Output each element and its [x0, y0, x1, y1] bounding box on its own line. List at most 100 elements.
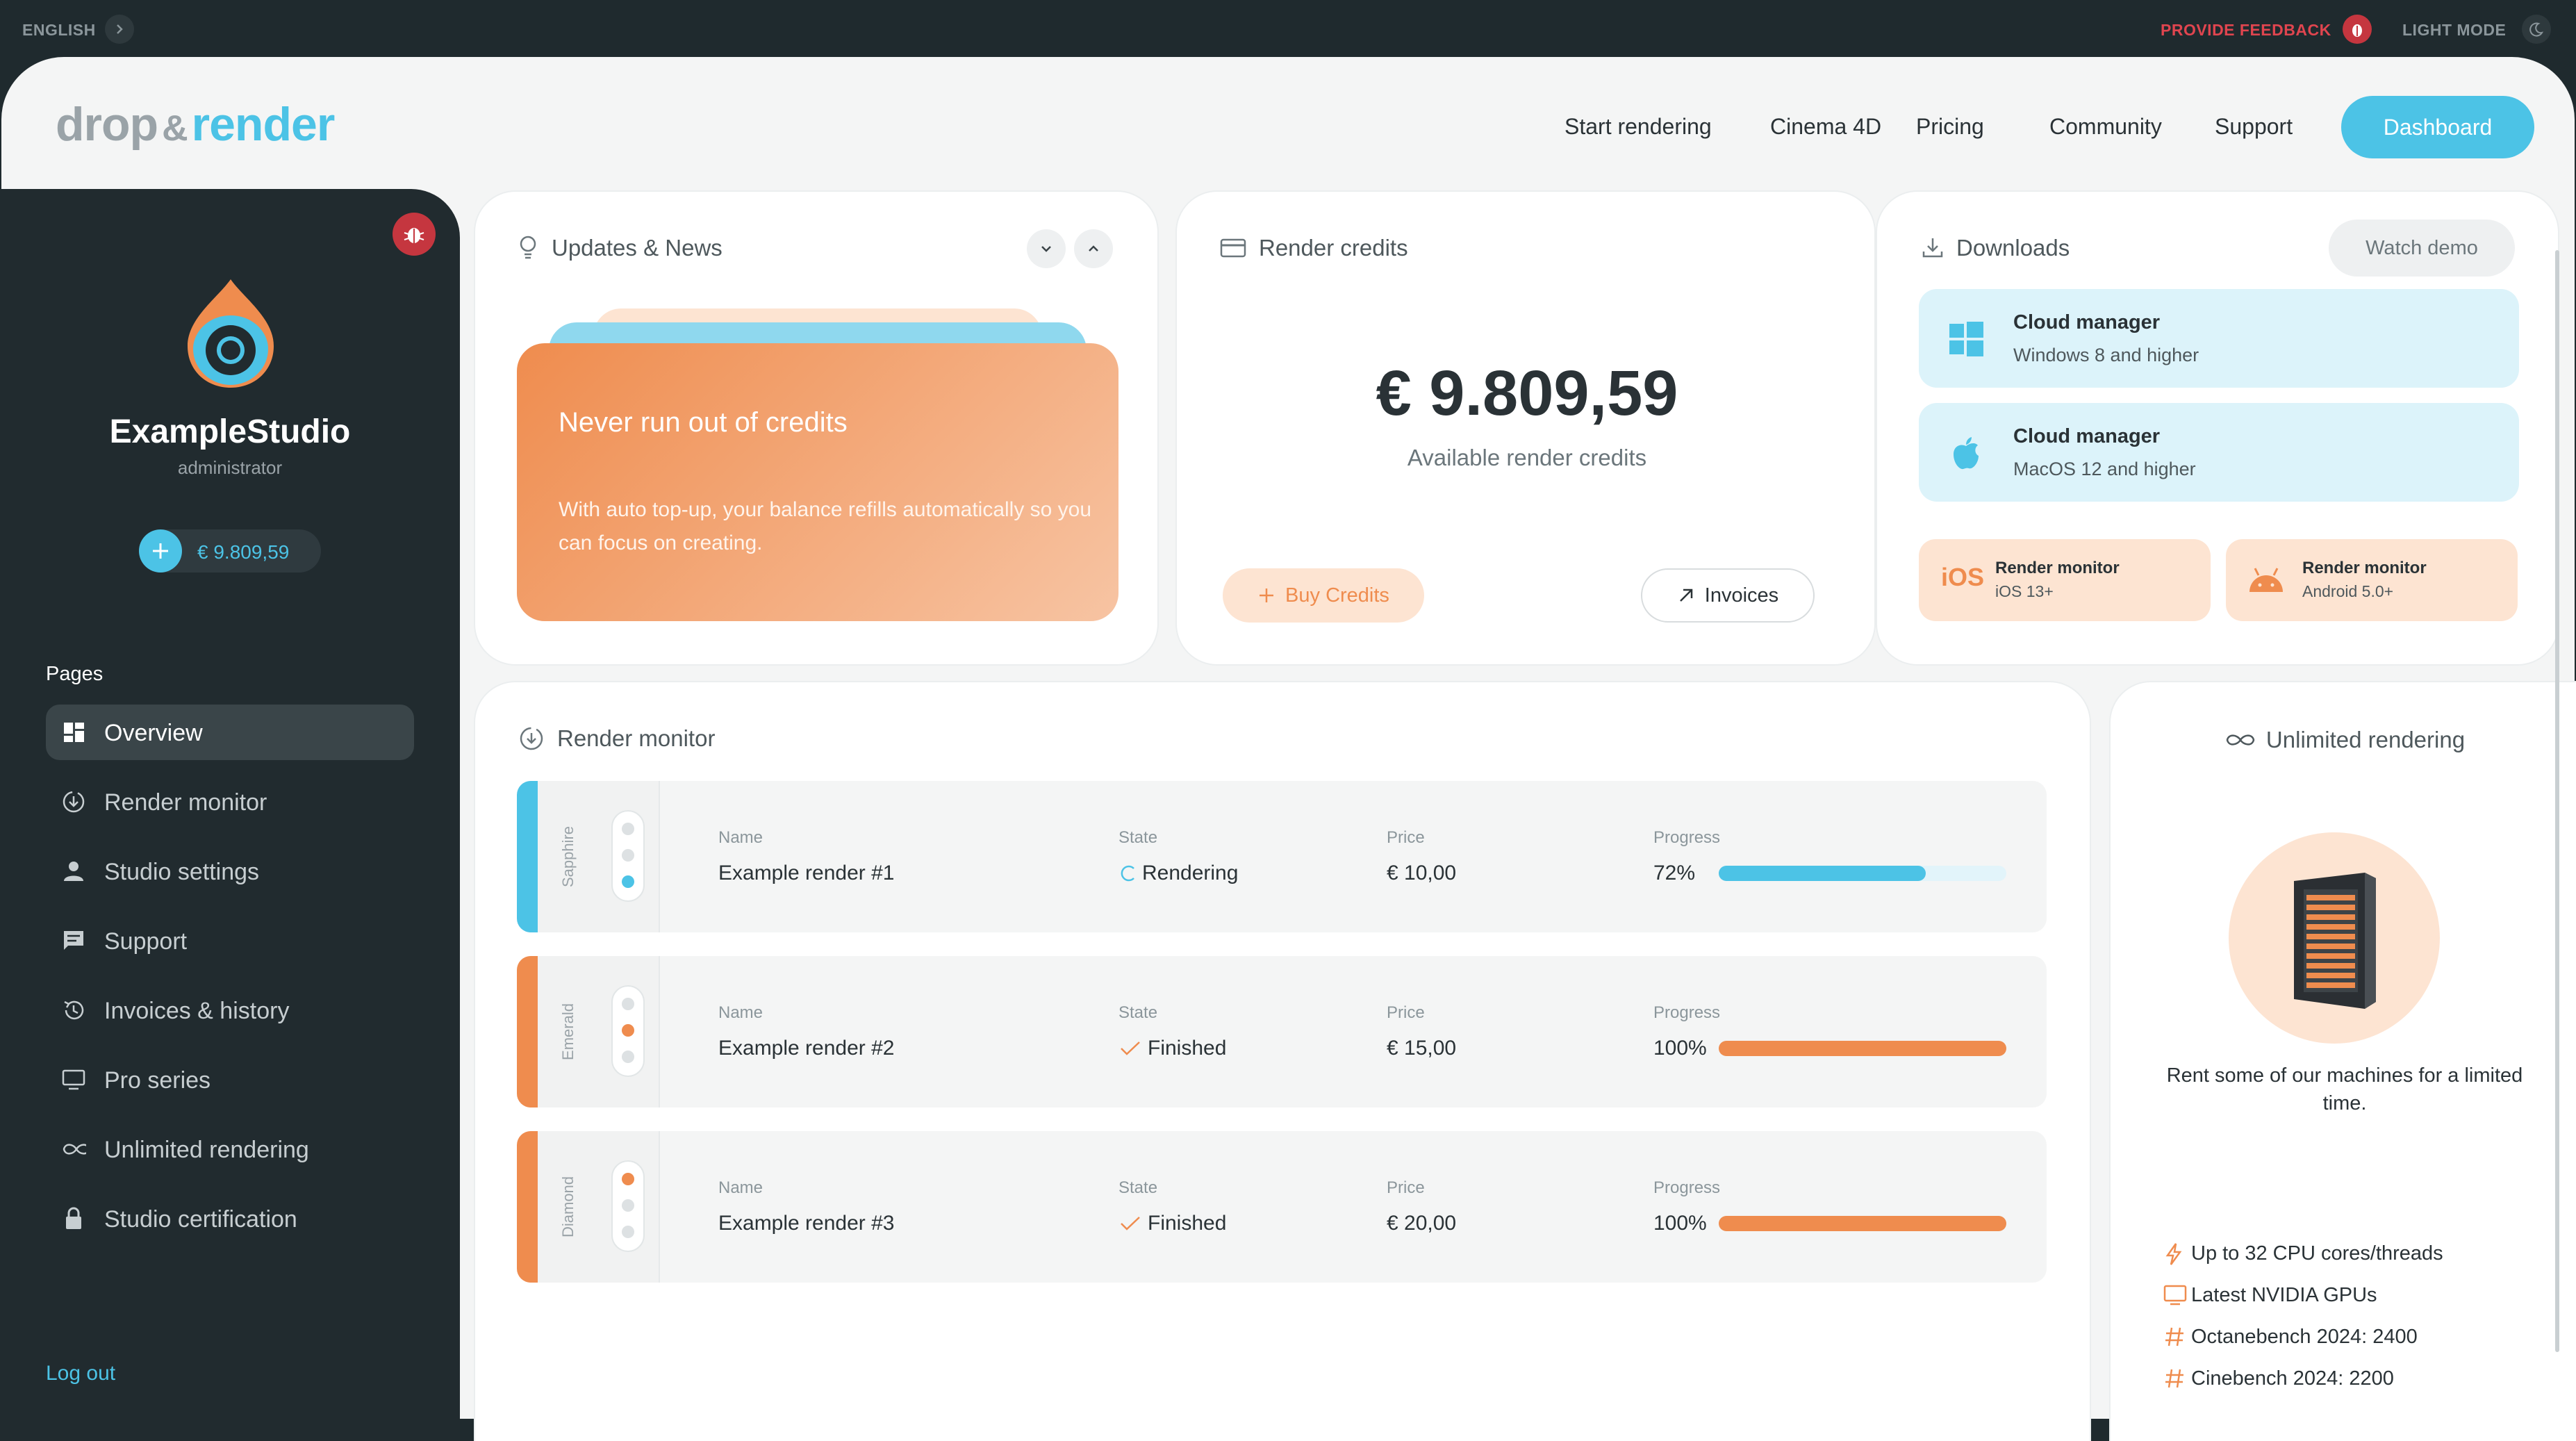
add-credit-button[interactable] — [139, 529, 182, 573]
studio-avatar — [188, 279, 274, 388]
download-render-monitor-ios[interactable]: iOS Render monitor iOS 13+ — [1919, 539, 2211, 621]
unlimited-rendering-card: Unlimited rendering Rent some of our mac… — [2109, 681, 2576, 1441]
job-progress-fill — [1719, 866, 1926, 881]
news-headline: Never run out of credits — [559, 407, 848, 438]
lock-icon — [66, 1207, 81, 1229]
unlimited-title-text: Unlimited rendering — [2265, 727, 2466, 752]
nav-pricing[interactable]: Pricing — [1916, 114, 1984, 140]
buy-credits-button[interactable]: Buy Credits — [1223, 568, 1424, 623]
sidebar-item-pro-series[interactable]: Pro series — [46, 1052, 414, 1107]
bug-icon — [404, 228, 424, 243]
download-item-requirement: Windows 8 and higher — [2013, 345, 2199, 365]
sidebar-item-label: Pro series — [104, 1067, 211, 1094]
sidebar-item-render-monitor[interactable]: Render monitor — [46, 774, 414, 830]
theme-toggle-button[interactable] — [2522, 15, 2551, 44]
job-progress-fill — [1719, 1041, 2006, 1056]
feature-text: Cinebench 2024: 2200 — [2191, 1367, 2394, 1390]
sidebar-item-studio-certification[interactable]: Studio certification — [46, 1191, 414, 1246]
sidebar-bug-button[interactable] — [393, 213, 436, 256]
credit-card-icon — [1220, 238, 1246, 258]
render-job-row[interactable]: Sapphire Name Example render #1 State Re… — [517, 781, 2047, 932]
news-card-title: Updates & News — [517, 235, 723, 261]
page-scrollbar[interactable] — [2555, 250, 2559, 1352]
check-icon — [1121, 1041, 1140, 1055]
job-tier-label: Emerald — [559, 1003, 577, 1060]
sidebar-item-unlimited-rendering[interactable]: Unlimited rendering — [46, 1121, 414, 1177]
sidebar-item-label: Invoices & history — [104, 998, 290, 1024]
nav-support[interactable]: Support — [2215, 114, 2293, 140]
monitor-icon — [2163, 1285, 2187, 1306]
brand-logo[interactable]: drop &render — [56, 97, 335, 151]
download-item-name: Render monitor — [2302, 559, 2427, 577]
news-card: Updates & News Never run out of credits … — [474, 190, 1159, 666]
render-job-row[interactable]: Diamond Name Example render #3 State Fin… — [517, 1131, 2047, 1283]
ios-icon: iOS — [1941, 563, 1985, 591]
render-job-row[interactable]: Emerald Name Example render #2 State Fin… — [517, 956, 2047, 1107]
news-body: With auto top-up, your balance refills a… — [559, 498, 1092, 554]
download-cloud-manager-windows[interactable]: Cloud manager Windows 8 and higher — [1919, 289, 2519, 388]
news-slide[interactable]: Never run out of credits With auto top-u… — [517, 343, 1118, 621]
light-mode-toggle[interactable]: LIGHT MODE — [2402, 21, 2506, 40]
news-prev-button[interactable] — [1074, 229, 1113, 268]
sidebar-item-support[interactable]: Support — [46, 913, 414, 969]
downloads-card-title: Downloads — [1922, 235, 2070, 261]
monitor-download-icon — [63, 791, 85, 813]
infinity-icon — [2226, 734, 2255, 746]
sidebar-item-label: Unlimited rendering — [104, 1137, 309, 1163]
news-title-text: Updates & News — [552, 235, 723, 261]
job-status-stripe — [517, 781, 538, 932]
user-icon — [64, 862, 83, 881]
sidebar-item-overview[interactable]: Overview — [46, 705, 414, 760]
download-item-name: Cloud manager — [2013, 425, 2161, 447]
nav-community[interactable]: Community — [2049, 114, 2162, 140]
sidebar-item-label: Studio certification — [104, 1206, 297, 1233]
server-illustration — [2229, 832, 2440, 1044]
language-arrow-button[interactable] — [105, 15, 134, 44]
job-state: Finished — [1118, 1037, 1226, 1060]
job-price-label: Price — [1387, 1178, 1425, 1197]
invoices-label: Invoices — [1704, 584, 1779, 607]
feature-text: Octanebench 2024: 2400 — [2191, 1326, 2418, 1348]
feedback-bug-button[interactable] — [2343, 15, 2372, 44]
language-selector[interactable]: ENGLISH — [22, 21, 96, 40]
job-progress-label: Progress — [1653, 828, 1721, 847]
job-state-text: Rendering — [1142, 862, 1239, 884]
sidebar-item-label: Studio settings — [104, 859, 260, 885]
buy-credits-label: Buy Credits — [1285, 584, 1389, 607]
unlimited-description: Rent some of our machines for a limited … — [2166, 1064, 2523, 1114]
provide-feedback-link[interactable]: PROVIDE FEEDBACK — [2161, 21, 2331, 40]
job-price-label: Price — [1387, 1003, 1425, 1022]
dashboard-button[interactable]: Dashboard — [2341, 96, 2534, 158]
tier-dot — [622, 875, 634, 888]
feature-item: Up to 32 CPU cores/threads — [2165, 1242, 2443, 1265]
render-monitor-icon — [520, 727, 543, 750]
hash-icon — [2165, 1327, 2183, 1347]
nav-cinema-4d[interactable]: Cinema 4D — [1770, 114, 1881, 140]
job-price: € 15,00 — [1387, 1037, 1457, 1060]
news-next-button[interactable] — [1027, 229, 1066, 268]
job-name-label: Name — [718, 828, 763, 847]
credit-caption: Available render credits — [1407, 445, 1647, 470]
download-cloud-manager-macos[interactable]: Cloud manager MacOS 12 and higher — [1919, 403, 2519, 502]
watch-demo-button[interactable]: Watch demo — [2329, 220, 2515, 277]
lightning-icon — [2165, 1243, 2182, 1265]
feature-item: Latest NVIDIA GPUs — [2163, 1284, 2377, 1307]
credit-pill[interactable]: € 9.809,59 — [139, 529, 321, 573]
job-tier-panel: Diamond — [538, 1131, 660, 1283]
sidebar-item-label: Overview — [104, 720, 203, 746]
invoices-button[interactable]: Invoices — [1641, 568, 1815, 623]
chevron-right-icon — [117, 24, 123, 34]
sidebar-item-label: Support — [104, 928, 188, 955]
nav-start-rendering[interactable]: Start rendering — [1564, 114, 1712, 140]
bug-icon — [2352, 24, 2362, 37]
sidebar-item-studio-settings[interactable]: Studio settings — [46, 843, 414, 899]
job-status-stripe — [517, 1131, 538, 1283]
credits-title-text: Render credits — [1259, 235, 1408, 261]
logout-link[interactable]: Log out — [46, 1362, 115, 1385]
sidebar-item-invoices-history[interactable]: Invoices & history — [46, 982, 414, 1038]
job-name-label: Name — [718, 1003, 763, 1022]
download-render-monitor-android[interactable]: Render monitor Android 5.0+ — [2226, 539, 2518, 621]
tier-dot — [622, 1199, 634, 1212]
download-item-requirement: MacOS 12 and higher — [2013, 459, 2196, 479]
credits-card-title: Render credits — [1220, 235, 1408, 261]
